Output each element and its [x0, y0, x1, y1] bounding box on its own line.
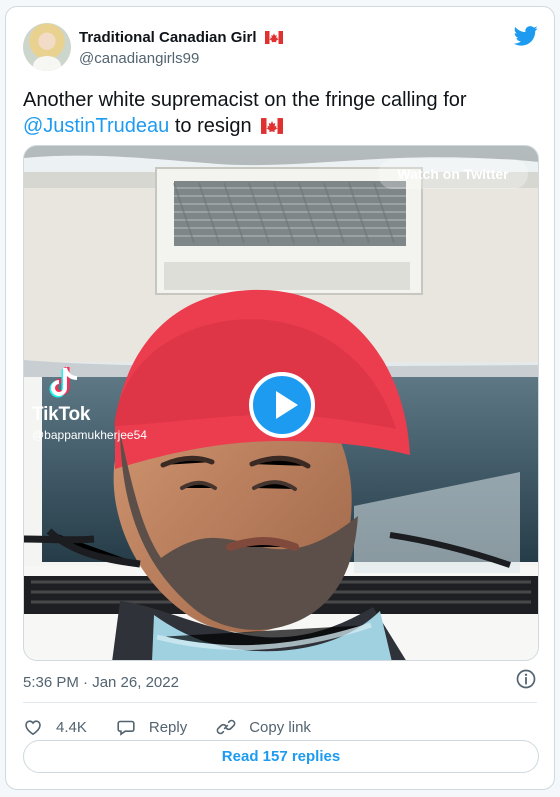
canada-flag-icon	[264, 31, 283, 44]
tweet-actions: 4.4K Reply Copy link	[23, 715, 340, 739]
tweet-embed-card: Traditional Canadian Girl @canadiangirls…	[5, 6, 555, 790]
like-count: 4.4K	[56, 718, 87, 736]
reply-label: Reply	[148, 718, 188, 736]
play-button[interactable]	[249, 372, 315, 438]
tweet-timestamp[interactable]: 5:36 PM · Jan 26, 2022	[23, 674, 179, 691]
author-avatar[interactable]	[23, 23, 71, 71]
twitter-bird-icon[interactable]	[514, 26, 538, 46]
copy-link-label: Copy link	[249, 718, 311, 736]
info-icon[interactable]	[516, 669, 536, 689]
heart-icon	[25, 720, 41, 736]
tweet-text-part-1: Another white supremacist on the fringe …	[23, 89, 467, 111]
author-handle[interactable]: @canadiangirls99	[79, 50, 199, 68]
copy-link-action[interactable]: Copy link	[216, 717, 311, 737]
tiktok-icon	[49, 367, 78, 398]
tiktok-username: @bappamukherjee54	[32, 428, 147, 442]
canada-flag-icon	[261, 118, 284, 134]
watch-on-twitter-button[interactable]: Watch on Twitter	[378, 159, 528, 189]
tweet-video[interactable]: Watch on Twitter TikTok @bappamukherjee5…	[23, 145, 539, 661]
like-action[interactable]: 4.4K	[23, 717, 87, 737]
author-name-text: Traditional Canadian Girl	[79, 29, 257, 46]
read-replies-button[interactable]: Read 157 replies	[23, 740, 539, 773]
author-name[interactable]: Traditional Canadian Girl	[79, 29, 283, 47]
reply-action[interactable]: Reply	[116, 717, 187, 737]
justin-trudeau-mention-link[interactable]: @JustinTrudeau	[23, 115, 169, 137]
tiktok-label: TikTok	[32, 404, 91, 425]
tweet-text: Another white supremacist on the fringe …	[23, 87, 533, 139]
copy-link-icon	[216, 719, 236, 735]
tweet-text-part-2: to resign	[169, 115, 252, 137]
reply-icon	[117, 720, 135, 736]
tweet-divider	[23, 702, 537, 703]
